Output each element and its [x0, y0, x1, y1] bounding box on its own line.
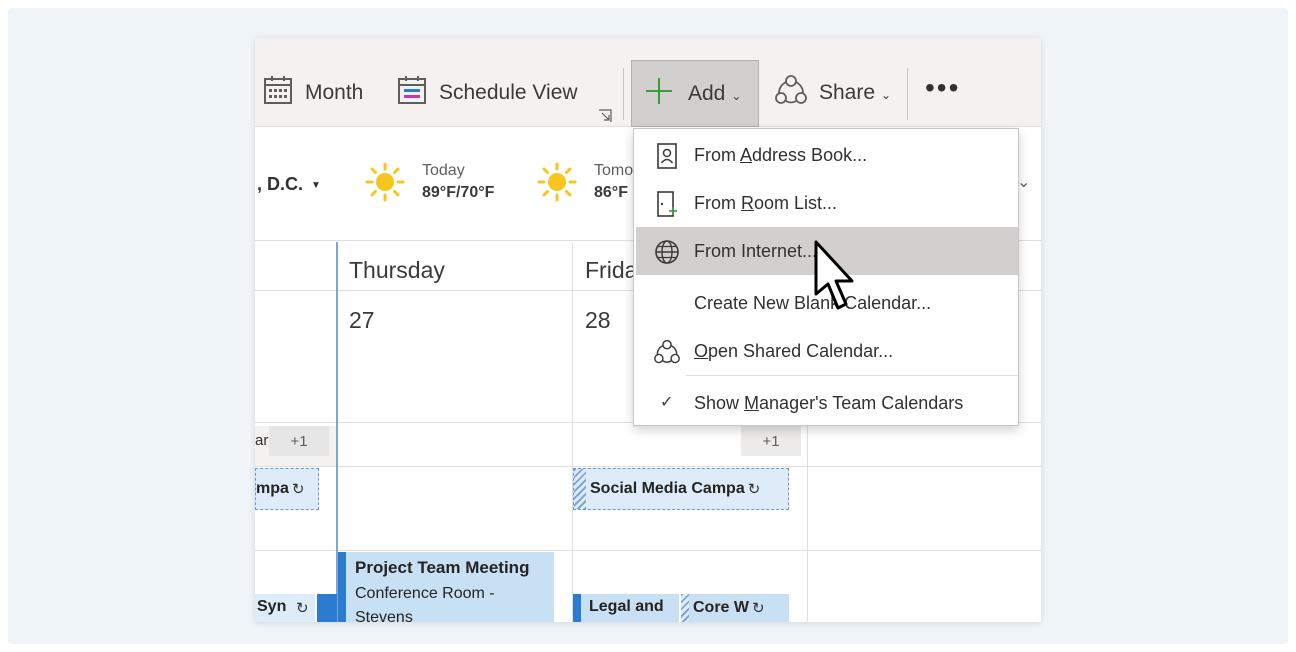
- event-location-line: Conference Room -: [355, 585, 495, 602]
- label-part: From: [694, 240, 741, 261]
- schedule-view-label: Schedule View: [439, 81, 578, 104]
- sync-icon: ↻: [291, 481, 305, 498]
- tentative-hatch: [574, 469, 586, 509]
- event-color-bar: [317, 594, 337, 622]
- ribbon-separator: [623, 68, 624, 120]
- calendar-event[interactable]: Syn ↻: [255, 594, 315, 622]
- grid-line: [255, 466, 1041, 467]
- globe-icon: [654, 239, 680, 265]
- today-temperature: 89°F/70°F: [422, 184, 495, 201]
- today-label: Today: [422, 162, 465, 179]
- event-color-bar: [338, 552, 346, 622]
- menu-separator: [686, 375, 1018, 376]
- menu-item-from-room-list[interactable]: From Room List...: [634, 179, 1018, 227]
- day-header-thursday: Thursday: [349, 257, 445, 283]
- check-icon: ✓: [660, 394, 674, 411]
- core-event[interactable]: Core W ↻: [681, 594, 789, 622]
- grid-line: [255, 550, 1041, 551]
- chevron-down-icon: ⌄: [881, 88, 892, 102]
- menu-item-open-shared-calendar[interactable]: Open Shared Calendar...: [634, 327, 1018, 375]
- room-list-icon: [654, 191, 680, 217]
- menu-item-show-managers-team-calendars[interactable]: ✓ Show Manager's Team Calendars: [634, 379, 1018, 427]
- day-number[interactable]: 27: [349, 307, 375, 334]
- day-header-friday: Frida: [585, 257, 638, 283]
- tentative-hatch: [681, 594, 689, 622]
- shared-calendar-icon: [654, 339, 680, 365]
- label-part: oom List...: [754, 192, 838, 213]
- add-label: Add: [688, 81, 726, 105]
- event-title: mpa: [256, 480, 289, 497]
- share-label: Share: [819, 81, 876, 104]
- ribbon-toolbar: Month Schedule View Add ⌄ Share ⌄ •••: [255, 38, 1041, 127]
- location-selector[interactable]: , D.C. ▼: [257, 174, 321, 195]
- social-media-event[interactable]: Social Media Campa ↻: [573, 468, 789, 510]
- access-key: O: [694, 340, 709, 361]
- sync-icon: ↻: [747, 481, 761, 498]
- project-team-meeting-event[interactable]: Project Team Meeting Conference Room - S…: [338, 552, 554, 622]
- sync-icon: ↻: [752, 600, 765, 617]
- legal-event[interactable]: Legal and: [573, 594, 679, 622]
- add-calendar-button[interactable]: Add ⌄: [631, 60, 759, 127]
- access-key: M: [744, 392, 760, 413]
- share-icon: [775, 74, 807, 112]
- schedule-view-button[interactable]: Schedule View: [397, 60, 578, 126]
- plus-icon: [644, 76, 674, 112]
- label-part: anager's Team Calendars: [759, 392, 964, 413]
- event-title: Project Team Meeting: [355, 558, 530, 577]
- more-options-button[interactable]: •••: [925, 74, 960, 102]
- grid-line: [572, 242, 573, 622]
- share-calendar-button[interactable]: Share ⌄: [775, 60, 891, 126]
- more-events-badge[interactable]: +1: [269, 426, 329, 456]
- tomorrow-label: Tomo: [594, 162, 634, 179]
- mouse-cursor-icon: [812, 238, 864, 323]
- menu-item-from-address-book[interactable]: From Address Book...: [634, 131, 1018, 179]
- tomorrow-temperature: 86°F: [594, 184, 628, 201]
- location-label: , D.C.: [257, 174, 304, 194]
- label-part: Create New Bla: [694, 292, 821, 313]
- month-view-label: Month: [305, 81, 364, 104]
- sun-icon: [537, 162, 577, 207]
- chevron-down-icon: ⌄: [731, 88, 742, 103]
- schedule-view-icon: [397, 75, 427, 111]
- caret-down-icon: ▼: [311, 179, 321, 191]
- day-number[interactable]: 28: [585, 307, 611, 334]
- partial-event-text: ar: [255, 432, 269, 449]
- label-part: From: [694, 144, 741, 165]
- month-view-button[interactable]: Month: [263, 60, 363, 126]
- menu-item-label: From Address Book...: [694, 145, 867, 166]
- label-part: Show: [694, 392, 745, 413]
- calendar-event[interactable]: mpa ↻: [255, 468, 319, 510]
- event-color-bar: [573, 594, 581, 622]
- label-part: From: [694, 192, 741, 213]
- label-part: Internet...: [741, 240, 818, 261]
- today-forecast: Today 89°F/70°F: [422, 160, 494, 204]
- menu-item-label: From Internet...: [694, 241, 817, 262]
- access-key: R: [741, 192, 754, 213]
- address-book-icon: [654, 143, 680, 169]
- sun-icon: [365, 162, 405, 207]
- more-events-badge[interactable]: +1: [741, 426, 801, 456]
- chevron-down-icon[interactable]: ⌄: [1017, 172, 1030, 192]
- ribbon-separator: [907, 68, 908, 120]
- event-title: Social Media Campa: [590, 480, 745, 497]
- sync-icon: ↻: [296, 600, 309, 617]
- event-title: Core W: [693, 599, 749, 616]
- event-location: Conference Room - Stevens: [355, 582, 495, 622]
- label-part: pen Shared Calendar...: [708, 340, 894, 361]
- month-calendar-icon: [263, 75, 293, 111]
- tomorrow-forecast: Tomo 86°F: [594, 160, 633, 204]
- event-title: Syn: [257, 598, 287, 615]
- menu-item-label: From Room List...: [694, 193, 837, 214]
- group-dialog-launcher-icon[interactable]: [598, 109, 612, 123]
- event-location-line: Stevens: [355, 609, 413, 622]
- menu-item-label: Open Shared Calendar...: [694, 341, 893, 362]
- label-part: ddress Book...: [752, 144, 868, 165]
- access-key: A: [740, 144, 753, 165]
- menu-item-label: Show Manager's Team Calendars: [694, 393, 963, 414]
- event-title: Legal and: [589, 598, 664, 615]
